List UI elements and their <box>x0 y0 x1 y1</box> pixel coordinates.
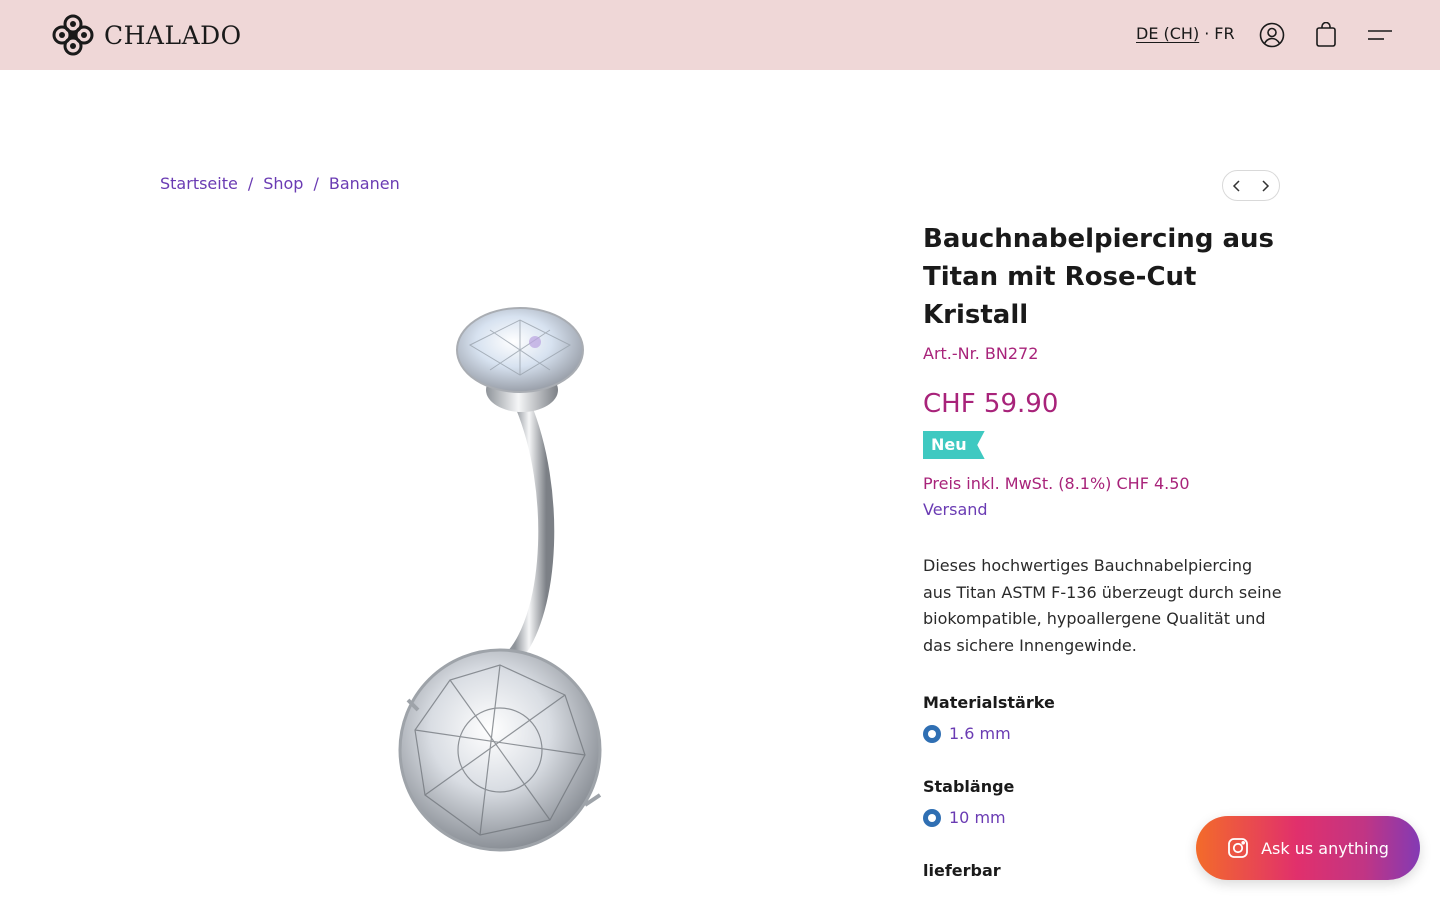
site-header: CHALADO DE (CH) · FR <box>0 0 1440 70</box>
breadcrumb: Startseite / Shop / Bananen <box>160 174 400 193</box>
product-image[interactable] <box>380 290 640 880</box>
breadcrumb-shop[interactable]: Shop <box>263 174 303 193</box>
menu-button[interactable] <box>1365 20 1395 50</box>
next-product-button[interactable] <box>1251 171 1279 200</box>
product-pager <box>1222 170 1280 201</box>
breadcrumb-bananen[interactable]: Bananen <box>329 174 400 193</box>
language-separator: · <box>1204 24 1210 43</box>
chevron-right-icon <box>1262 179 1270 192</box>
radio-selected-icon <box>923 724 941 743</box>
breadcrumb-separator: / <box>247 174 254 193</box>
tax-note: Preis inkl. MwSt. (8.1%) CHF 4.50 <box>923 474 1190 493</box>
option-value: 1.6 mm <box>949 724 1011 743</box>
shipping-link[interactable]: Versand <box>923 497 1283 523</box>
brand-logo[interactable]: CHALADO <box>48 10 242 60</box>
option-label: Stablänge <box>923 777 1015 796</box>
product-price: CHF 59.90 <box>923 389 1059 419</box>
product-description: Dieses hochwertiges Bauchnabelpiercing a… <box>923 556 1282 655</box>
account-button[interactable] <box>1257 20 1287 50</box>
option-label: Materialstärke <box>923 693 1055 712</box>
option-value: 10 mm <box>949 808 1006 827</box>
new-badge: Neu <box>923 431 985 459</box>
chat-label: Ask us anything <box>1261 838 1389 858</box>
user-circle-icon <box>1259 22 1285 48</box>
brand-name: CHALADO <box>104 20 242 50</box>
product-sku: Art.-Nr. BN272 <box>923 344 1039 363</box>
instagram-icon <box>1228 838 1249 858</box>
option-radio-1-6mm[interactable]: 1.6 mm <box>923 724 1283 743</box>
radio-selected-icon <box>923 808 941 827</box>
chat-widget-button[interactable]: Ask us anything <box>1196 816 1420 880</box>
breadcrumb-startseite[interactable]: Startseite <box>160 174 238 193</box>
belly-piercing-illustration <box>398 307 602 852</box>
breadcrumb-separator: / <box>313 174 319 193</box>
shopping-bag-icon <box>1316 22 1336 47</box>
product-info: Bauchnabelpiercing aus Titan mit Rose-Cu… <box>923 220 1283 880</box>
cart-button[interactable] <box>1311 20 1341 50</box>
logo-mark-icon <box>52 14 94 56</box>
language-switcher: DE (CH) · FR <box>1136 24 1235 43</box>
badge-container: Neu <box>923 431 1283 459</box>
option-material-thickness: Materialstärke 1.6 mm <box>923 693 1283 743</box>
previous-product-button[interactable] <box>1223 171 1251 200</box>
product-title: Bauchnabelpiercing aus Titan mit Rose-Cu… <box>923 224 1275 330</box>
hamburger-menu-icon <box>1368 30 1392 40</box>
language-de-ch[interactable]: DE (CH) <box>1136 24 1199 43</box>
language-fr[interactable]: FR <box>1214 24 1234 43</box>
chevron-left-icon <box>1232 179 1240 192</box>
